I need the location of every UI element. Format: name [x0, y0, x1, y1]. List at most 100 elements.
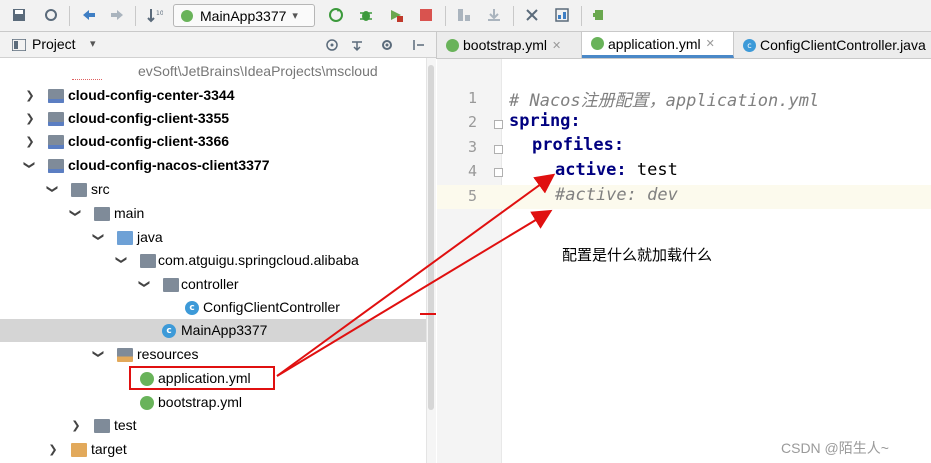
annotation-text: 配置是什么就加载什么 — [562, 246, 713, 264]
tree-item-java[interactable]: ❯ java — [0, 227, 426, 250]
package-icon — [163, 278, 179, 292]
chevron-down-icon[interactable]: ❯ — [92, 231, 105, 243]
project-panel-title[interactable]: Project — [32, 36, 76, 52]
resources-folder-icon — [117, 348, 133, 362]
save-icon[interactable] — [10, 6, 28, 24]
chevron-down-icon[interactable]: ❯ — [46, 183, 59, 195]
red-marker — [420, 313, 436, 315]
sync-icon[interactable] — [42, 6, 60, 24]
tree-item-cloud-config-center-3344[interactable]: ❯ cloud-config-center-3344 — [0, 85, 426, 108]
gear-icon[interactable] — [380, 38, 394, 52]
line-number: 3 — [467, 138, 477, 156]
tree-scrollbar-thumb[interactable] — [428, 65, 434, 410]
run-config-label: MainApp3377 — [200, 7, 287, 24]
code-line-2[interactable]: spring: — [509, 111, 581, 131]
tab-bootstrap-yml[interactable]: bootstrap.yml ✕ — [437, 32, 582, 58]
module-folder-icon — [48, 159, 64, 173]
spring-leaf-icon — [140, 396, 154, 410]
layout-icon[interactable] — [553, 6, 571, 24]
forward-icon[interactable] — [108, 6, 126, 24]
tab-label: bootstrap.yml — [463, 37, 548, 53]
class-icon: c — [185, 301, 199, 315]
chevron-right-icon[interactable]: ❯ — [24, 135, 36, 148]
chevron-down-icon[interactable]: ❯ — [138, 278, 151, 290]
chevron-right-icon[interactable]: ❯ — [24, 112, 36, 125]
spring-leaf-icon — [446, 38, 459, 52]
tree-item-label: cloud-config-client-3366 — [68, 133, 230, 149]
tree-item-label: cloud-config-nacos-client3377 — [68, 157, 270, 173]
run-icon[interactable] — [327, 6, 345, 24]
code-line-3[interactable]: profiles: — [532, 135, 624, 155]
folder-icon — [71, 183, 87, 197]
chevron-down-icon[interactable]: ❯ — [23, 159, 36, 171]
coverage-icon[interactable] — [387, 6, 405, 24]
tab-label: application.yml — [608, 35, 701, 52]
chevron-down-icon[interactable]: ❯ — [115, 254, 128, 266]
sort-icon[interactable]: 10 — [146, 6, 164, 24]
excluded-folder-icon — [71, 443, 87, 457]
chevron-down-icon[interactable]: ❯ — [69, 207, 82, 219]
chevron-right-icon[interactable]: ❯ — [24, 89, 36, 102]
svg-text:10: 10 — [156, 10, 163, 17]
debug-icon[interactable] — [357, 6, 375, 24]
fold-marker[interactable] — [494, 120, 503, 129]
tree-item-label: src — [91, 181, 110, 197]
tree-item-package[interactable]: ❯ com.atguigu.springcloud.alibaba — [0, 250, 426, 273]
stop-icon[interactable] — [417, 6, 435, 24]
tree-item-target[interactable]: ❯ target — [0, 439, 426, 462]
current-line-highlight — [437, 185, 931, 209]
code-line-1[interactable]: # Nacos注册配置，application.yml — [509, 86, 819, 111]
chevron-right-icon[interactable]: ❯ — [70, 419, 82, 432]
tree-item-cloud-config-client-3355[interactable]: ❯ cloud-config-client-3355 — [0, 108, 426, 131]
tree-item-bootstrap-yml[interactable]: bootstrap.yml — [0, 392, 426, 415]
toolbar-separator — [581, 6, 582, 26]
tree-item-label: ConfigClientController — [203, 299, 340, 315]
close-icon[interactable]: ✕ — [552, 39, 561, 52]
chevron-right-icon[interactable]: ❯ — [47, 443, 59, 456]
structure-icon[interactable] — [523, 6, 541, 24]
tree-item-resources[interactable]: ❯ resources — [0, 344, 426, 367]
chevron-down-icon[interactable]: ❯ — [92, 348, 105, 360]
build-icon[interactable] — [455, 6, 473, 24]
tree-item-MainApp3377[interactable]: c MainApp3377 — [0, 320, 426, 343]
tree-item-label: cloud-config-client-3355 — [68, 110, 230, 126]
tree-item-ConfigClientController[interactable]: c ConfigClientController — [0, 297, 426, 320]
fold-marker[interactable] — [494, 145, 503, 154]
chevron-down-icon[interactable]: ▾ — [90, 37, 96, 50]
tree-item-cloud-config-nacos-client3377[interactable]: ❯ cloud-config-nacos-client3377 — [0, 155, 426, 178]
tree-item-test[interactable]: ❯ test — [0, 415, 426, 438]
locate-icon[interactable] — [325, 38, 339, 52]
tree-item-label: com.atguigu.springcloud.alibaba — [158, 252, 359, 268]
hide-panel-icon[interactable] — [412, 38, 426, 52]
tree-item-label: target — [91, 441, 127, 457]
code-line-4[interactable]: active: test — [555, 160, 678, 180]
yaml-key: active: — [555, 160, 627, 180]
tree-item-label: MainApp3377 — [181, 322, 268, 338]
spring-leaf-icon — [181, 9, 193, 22]
tree-item-cloud-config-client-3366[interactable]: ❯ cloud-config-client-3366 — [0, 131, 426, 154]
tree-item-label: main — [114, 205, 145, 221]
close-icon[interactable]: ✕ — [706, 37, 715, 50]
project-view-icon — [12, 39, 26, 51]
tab-application-yml[interactable]: application.yml ✕ — [582, 32, 734, 58]
plugin-icon[interactable] — [590, 6, 608, 24]
back-icon[interactable] — [80, 6, 98, 24]
tree-item-controller[interactable]: ❯ controller — [0, 274, 426, 297]
deploy-icon[interactable] — [485, 6, 503, 24]
package-icon — [140, 254, 156, 268]
collapse-all-icon[interactable] — [350, 38, 364, 52]
source-folder-icon — [117, 231, 133, 245]
tree-item-label: test — [114, 417, 137, 433]
chevron-down-icon: ▾ — [292, 9, 298, 22]
run-config-selector[interactable]: MainApp3377 ▾ — [173, 4, 315, 27]
tree-item-main[interactable]: ❯ main — [0, 203, 426, 226]
tree-item-label: resources — [137, 346, 199, 362]
tree-item-src[interactable]: ❯ src — [0, 179, 426, 202]
tab-ConfigClientController[interactable]: c ConfigClientController.java — [734, 32, 931, 58]
line-number: 1 — [467, 89, 477, 107]
code-line-5[interactable]: #active: dev — [555, 185, 678, 205]
editor-tabs: bootstrap.yml ✕ application.yml ✕ c Conf… — [436, 32, 931, 59]
line-number: 5 — [467, 187, 477, 205]
fold-marker[interactable] — [494, 168, 503, 177]
module-folder-icon — [48, 135, 64, 149]
